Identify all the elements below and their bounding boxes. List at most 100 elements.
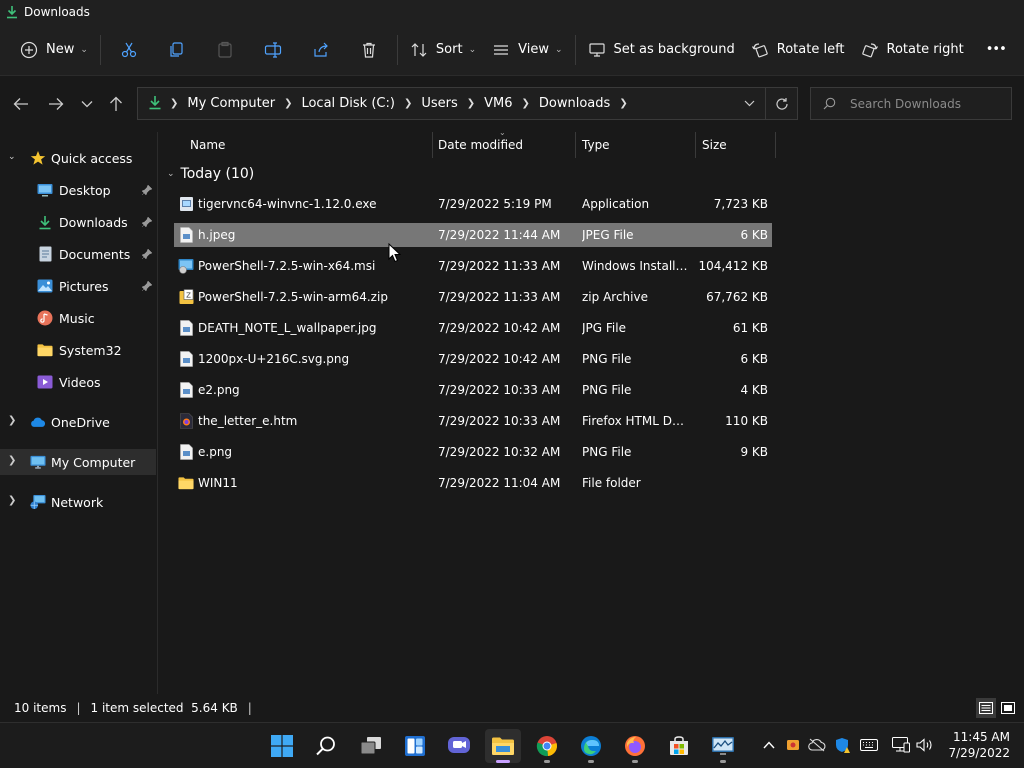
edge-button[interactable] [573, 729, 609, 763]
sidebar-item-videos[interactable]: Videos [0, 369, 156, 395]
chrome-button[interactable] [529, 729, 565, 763]
breadcrumb-downloads[interactable]: Downloads [539, 96, 610, 111]
details-view-button[interactable] [976, 698, 996, 718]
firefox-button[interactable] [617, 729, 653, 763]
search-placeholder: Search Downloads [850, 96, 961, 111]
file-row[interactable]: the_letter_e.htm 7/29/2022 10:33 AM Fire… [174, 409, 772, 433]
back-button[interactable] [9, 94, 33, 114]
status-bar: 10 items | 1 item selected 5.64 KB | [0, 694, 1024, 722]
resource-monitor-button[interactable] [705, 729, 741, 763]
share-button[interactable] [297, 33, 345, 67]
chevron-right-icon[interactable]: ❯ [619, 98, 627, 109]
search-taskbar-button[interactable] [308, 729, 344, 763]
chevron-right-icon[interactable]: ❯ [8, 495, 16, 506]
breadcrumb-local-disk[interactable]: Local Disk (C:) [301, 96, 394, 111]
file-row[interactable]: tigervnc64-winvnc-1.12.0.exe 7/29/2022 5… [174, 192, 772, 216]
file-type: File folder [582, 476, 641, 490]
new-button[interactable]: New ⌄ [12, 33, 96, 67]
column-header-type[interactable]: Type [582, 132, 610, 158]
sidebar-item-music[interactable]: Music [0, 305, 156, 331]
chevron-right-icon[interactable]: ❯ [467, 98, 475, 109]
delete-button[interactable] [345, 33, 393, 67]
chevron-down-icon[interactable]: ⌄ [8, 152, 16, 162]
sidebar-item-documents[interactable]: Documents [0, 241, 156, 267]
more-options-button[interactable]: ••• [978, 33, 1014, 67]
folder-row[interactable]: WIN11 7/29/2022 11:04 AM File folder [174, 471, 772, 495]
sort-indicator-icon: ⌄ [499, 128, 506, 137]
cut-icon [121, 42, 137, 57]
tray-app-button[interactable] [783, 735, 803, 755]
rotate-left-button[interactable]: Rotate left [743, 33, 853, 67]
copy-button[interactable] [153, 33, 201, 67]
store-button[interactable] [661, 729, 697, 763]
widgets-button[interactable] [397, 729, 433, 763]
refresh-button[interactable] [765, 88, 797, 119]
sidebar-item-my-computer[interactable]: ❯ My Computer [0, 449, 156, 475]
cut-button[interactable] [105, 33, 153, 67]
chevron-right-icon[interactable]: ❯ [8, 415, 16, 426]
system-clock[interactable]: 11:45 AM 7/29/2022 [948, 729, 1010, 761]
search-box[interactable]: Search Downloads [810, 87, 1012, 120]
column-divider[interactable] [432, 132, 433, 158]
group-header-today[interactable]: ⌄ Today (10) [167, 166, 254, 182]
view-button[interactable]: View ⌄ [484, 33, 570, 67]
show-hidden-icons-button[interactable] [759, 735, 779, 755]
up-button[interactable] [104, 94, 128, 114]
file-row[interactable]: 1200px-U+216C.svg.png 7/29/2022 10:42 AM… [174, 347, 772, 371]
file-explorer-taskbar-button[interactable] [485, 729, 521, 763]
sidebar-item-downloads[interactable]: Downloads [0, 209, 156, 235]
breadcrumb-my-computer[interactable]: My Computer [187, 96, 275, 111]
breadcrumb-users[interactable]: Users [421, 96, 457, 111]
security-tray-button[interactable] [832, 735, 852, 755]
rename-button[interactable] [249, 33, 297, 67]
sidebar-item-system32[interactable]: System32 [0, 337, 156, 363]
chevron-right-icon[interactable]: ❯ [8, 455, 16, 466]
downloads-icon [4, 4, 20, 20]
address-bar[interactable]: ❯ My Computer ❯ Local Disk (C:) ❯ Users … [137, 87, 798, 120]
desktop-background-icon [588, 42, 605, 57]
file-name: 1200px-U+216C.svg.png [198, 352, 350, 366]
file-row[interactable]: e.png 7/29/2022 10:32 AM PNG File 9 KB [174, 440, 772, 464]
sidebar-item-network[interactable]: ❯ Network [0, 489, 156, 515]
set-as-background-button[interactable]: Set as background [580, 33, 743, 67]
start-button[interactable] [264, 729, 300, 763]
zip-icon: Z [178, 289, 194, 305]
sidebar-item-pictures[interactable]: Pictures [0, 273, 156, 299]
running-indicator [720, 760, 726, 763]
onedrive-tray-button[interactable] [807, 735, 827, 755]
file-row[interactable]: Z PowerShell-7.2.5-win-arm64.zip 7/29/20… [174, 285, 772, 309]
rotate-right-button[interactable]: Rotate right [853, 33, 972, 67]
address-history-dropdown[interactable] [733, 88, 765, 119]
sidebar-item-quick-access[interactable]: ⌄ Quick access [0, 145, 156, 171]
network-tray-button[interactable] [891, 735, 911, 755]
sort-button[interactable]: Sort ⌄ [402, 33, 484, 67]
task-view-button[interactable] [353, 729, 389, 763]
chevron-right-icon[interactable]: ❯ [522, 98, 530, 109]
column-divider[interactable] [575, 132, 576, 158]
chevron-right-icon[interactable]: ❯ [284, 98, 292, 109]
recent-locations-button[interactable] [75, 94, 99, 114]
column-divider[interactable] [695, 132, 696, 158]
column-header-date-modified[interactable]: Date modified [438, 132, 523, 158]
breadcrumb-vm6[interactable]: VM6 [484, 96, 512, 111]
sidebar-item-desktop[interactable]: Desktop [0, 177, 156, 203]
forward-button[interactable] [44, 94, 68, 114]
column-header-name[interactable]: Name [190, 132, 225, 158]
keyboard-tray-button[interactable] [859, 735, 879, 755]
column-divider[interactable] [775, 132, 776, 158]
large-icons-view-button[interactable] [998, 698, 1018, 718]
chevron-up-icon [763, 741, 775, 749]
file-row[interactable]: DEATH_NOTE_L_wallpaper.jpg 7/29/2022 10:… [174, 316, 772, 340]
sidebar-item-onedrive[interactable]: ❯ OneDrive [0, 409, 156, 435]
file-row[interactable]: PowerShell-7.2.5-win-x64.msi 7/29/2022 1… [174, 254, 772, 278]
chevron-down-icon[interactable]: ⌄ [167, 169, 175, 179]
volume-tray-button[interactable] [915, 735, 935, 755]
chat-button[interactable] [441, 729, 477, 763]
file-date: 7/29/2022 5:19 PM [438, 197, 552, 211]
file-row-selected[interactable]: h.jpeg 7/29/2022 11:44 AM JPEG File 6 KB [174, 223, 772, 247]
file-row[interactable]: e2.png 7/29/2022 10:33 AM PNG File 4 KB [174, 378, 772, 402]
chevron-right-icon[interactable]: ❯ [404, 98, 412, 109]
paste-button[interactable] [201, 33, 249, 67]
column-header-size[interactable]: Size [702, 132, 727, 158]
item-count: 10 items [14, 701, 67, 715]
